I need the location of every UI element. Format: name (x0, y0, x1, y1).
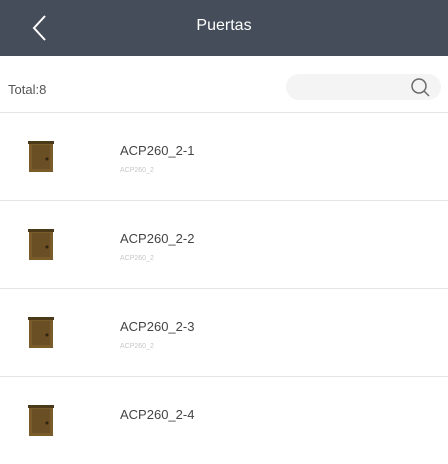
list-item[interactable]: ACP260_2-2 ACP260_2 (0, 200, 448, 288)
door-subtitle: ACP260_2 (120, 343, 154, 350)
list-item[interactable]: ACP260_2-3 ACP260_2 (0, 288, 448, 376)
door-name: ACP260_2-1 (120, 143, 195, 158)
door-name: ACP260_2-4 (120, 407, 195, 422)
list-item[interactable]: ACP260_2-1 ACP260_2 (0, 112, 448, 200)
search-input[interactable] (286, 74, 441, 100)
door-icon (28, 229, 54, 261)
door-list: ACP260_2-1 ACP260_2 ACP260_2-2 ACP260_2 … (0, 112, 448, 464)
search-icon[interactable] (409, 76, 431, 98)
door-icon (28, 405, 54, 437)
door-name: ACP260_2-3 (120, 319, 195, 334)
door-icon (28, 317, 54, 349)
door-name: ACP260_2-2 (120, 231, 195, 246)
list-item[interactable]: ACP260_2-4 (0, 376, 448, 464)
door-subtitle: ACP260_2 (120, 167, 154, 174)
door-subtitle: ACP260_2 (120, 255, 154, 262)
total-count: Total:8 (8, 82, 47, 97)
page-title: Puertas (196, 17, 252, 34)
header-bar: Puertas (0, 0, 448, 56)
door-icon (28, 141, 54, 173)
toolbar-row: Total:8 (0, 70, 448, 106)
